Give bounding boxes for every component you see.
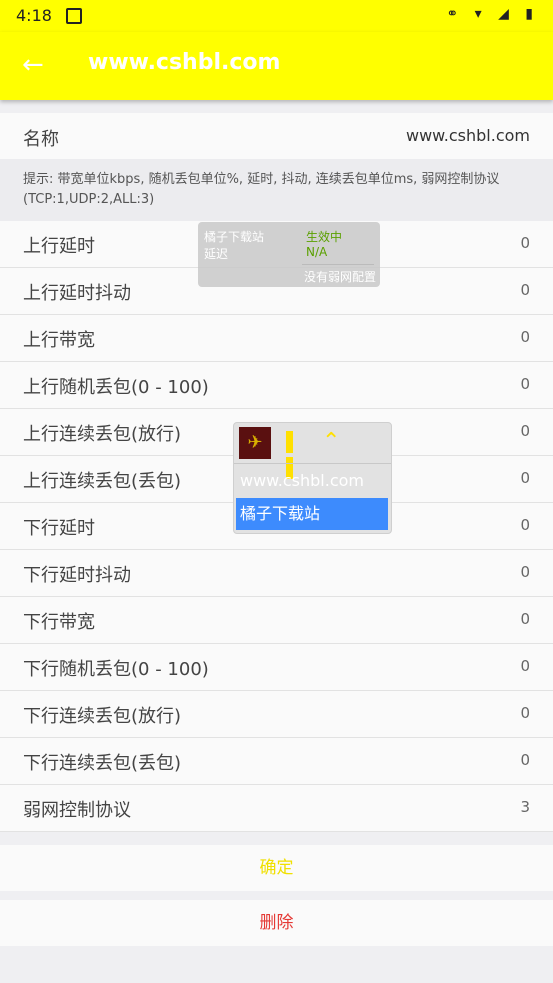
overlay-latency-value: N/A (306, 245, 328, 259)
delete-button[interactable]: 删除 (0, 900, 553, 946)
floating-control-window[interactable]: ✈ ⌃ www.cshbl.com 橘子下载站 (233, 422, 392, 534)
setting-label: 上行随机丢包(0 - 100) (23, 377, 209, 398)
notification-icon (66, 8, 82, 24)
setting-label: 上行延时 (23, 236, 95, 257)
overlay-state: 生效中 (306, 230, 343, 244)
setting-label: 下行随机丢包(0 - 100) (23, 659, 209, 680)
setting-row-protocol[interactable]: 弱网控制协议 3 (0, 785, 553, 832)
overlay-app-name: 橘子下载站 (204, 230, 265, 244)
pause-icon[interactable] (286, 431, 306, 479)
setting-label: 下行带宽 (23, 612, 95, 633)
setting-row-down-random-loss[interactable]: 下行随机丢包(0 - 100) 0 (0, 644, 553, 691)
setting-label: 上行连续丢包(丢包) (23, 471, 182, 492)
setting-row-down-burst-pass[interactable]: 下行连续丢包(放行) 0 (0, 691, 553, 738)
setting-value[interactable]: 0 (520, 234, 530, 252)
name-label: 名称 (23, 129, 59, 150)
app-logo-icon[interactable]: ✈ (239, 427, 271, 459)
status-bar: 4:18 ⚭ ▾ ◢ ▮ (0, 0, 553, 32)
setting-value[interactable]: 0 (520, 422, 530, 440)
name-field[interactable]: 名称 www.cshbl.com (0, 113, 553, 159)
hint-box: 提示: 带宽单位kbps, 随机丢包单位%, 延时, 抖动, 连续丢包单位ms,… (0, 159, 553, 221)
overlay-latency-label: 延迟 (204, 247, 229, 261)
setting-label: 下行连续丢包(放行) (23, 706, 182, 727)
arrow-back-icon[interactable]: ← (22, 50, 44, 80)
setting-label: 下行连续丢包(丢包) (23, 753, 182, 774)
chevron-up-icon[interactable]: ⌃ (322, 429, 340, 454)
overlay-divider (302, 264, 374, 265)
setting-label: 上行带宽 (23, 330, 95, 351)
setting-label: 上行延时抖动 (23, 283, 131, 304)
status-time: 4:18 (16, 6, 52, 25)
setting-value[interactable]: 0 (520, 563, 530, 581)
app-bar: ← www.cshbl.com (0, 32, 553, 100)
floating-option-url[interactable]: www.cshbl.com (240, 471, 364, 490)
overlay-note: 没有弱网配置 (303, 270, 376, 284)
setting-value[interactable]: 0 (520, 328, 530, 346)
setting-value[interactable]: 0 (520, 516, 530, 534)
floating-option-app[interactable]: 橘子下载站 (236, 498, 388, 530)
page-title: www.cshbl.com (88, 50, 281, 75)
setting-row-up-bandwidth[interactable]: 上行带宽 0 (0, 315, 553, 362)
setting-value[interactable]: 0 (520, 657, 530, 675)
setting-value[interactable]: 3 (520, 798, 530, 816)
hint-text: 提示: 带宽单位kbps, 随机丢包单位%, 延时, 抖动, 连续丢包单位ms,… (23, 172, 500, 207)
setting-value[interactable]: 0 (520, 751, 530, 769)
setting-label: 下行延时 (23, 518, 95, 539)
setting-label: 上行连续丢包(放行) (23, 424, 182, 445)
setting-value[interactable]: 0 (520, 469, 530, 487)
setting-row-up-random-loss[interactable]: 上行随机丢包(0 - 100) 0 (0, 362, 553, 409)
confirm-button[interactable]: 确定 (0, 845, 553, 891)
setting-label: 下行延时抖动 (23, 565, 131, 586)
setting-value[interactable]: 0 (520, 281, 530, 299)
floating-divider (234, 463, 391, 464)
setting-row-down-jitter[interactable]: 下行延时抖动 0 (0, 550, 553, 597)
setting-label: 弱网控制协议 (23, 800, 131, 821)
status-overlay: 橘子下载站 生效中 延迟 N/A 没有弱网配置 (198, 222, 380, 287)
name-value[interactable]: www.cshbl.com (406, 126, 530, 145)
setting-value[interactable]: 0 (520, 375, 530, 393)
setting-row-down-bandwidth[interactable]: 下行带宽 0 (0, 597, 553, 644)
setting-row-down-burst-drop[interactable]: 下行连续丢包(丢包) 0 (0, 738, 553, 785)
setting-value[interactable]: 0 (520, 704, 530, 722)
system-icons: ⚭ ▾ ◢ ▮ (446, 6, 539, 22)
setting-value[interactable]: 0 (520, 610, 530, 628)
